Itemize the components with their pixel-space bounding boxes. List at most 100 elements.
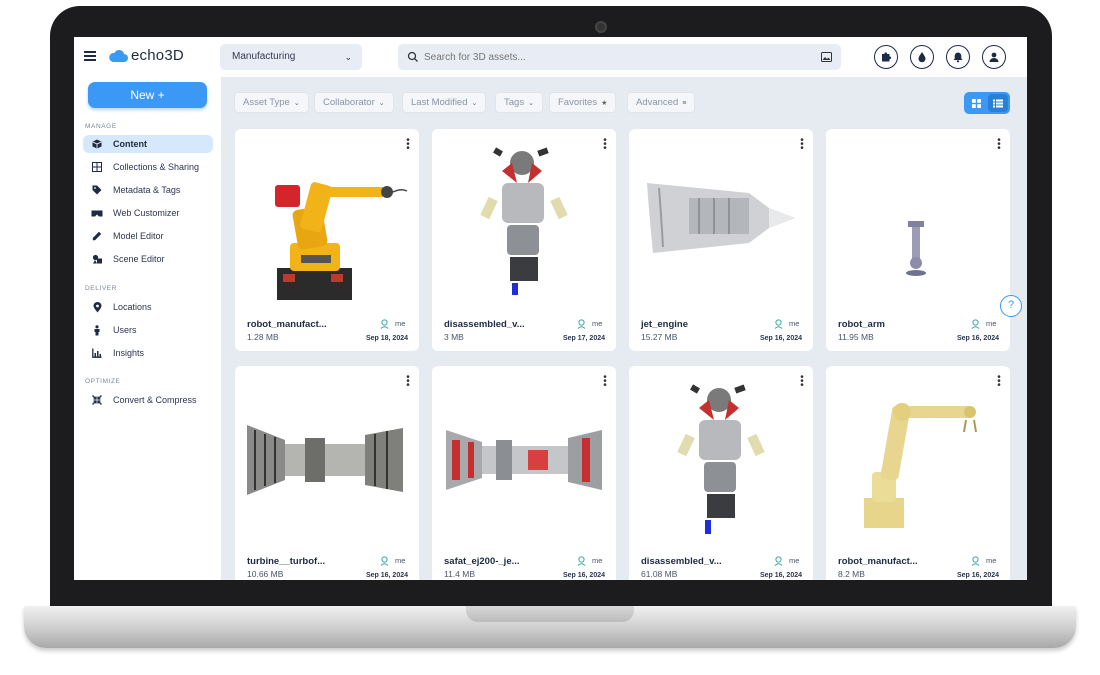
asset-owner: me	[592, 319, 603, 328]
asset-owner: me	[789, 556, 800, 565]
logo[interactable]: echo3D	[108, 47, 184, 64]
asset-owner: me	[395, 319, 406, 328]
asset-thumbnail-engine-exploded	[677, 384, 765, 534]
asset-thumbnail-turbofan	[247, 425, 403, 495]
owner-icon	[971, 556, 980, 566]
pencil-icon	[91, 230, 103, 242]
section-label-deliver: DELIVER	[85, 285, 118, 292]
filter-label: Collaborator	[323, 97, 375, 108]
hamburger-menu-icon[interactable]	[84, 51, 96, 61]
app-screen: echo3D Manufacturing ⌄ Search for 3D ass…	[74, 37, 1027, 580]
filter-advanced[interactable]: Advanced ≡	[627, 92, 696, 113]
owner-icon	[380, 319, 389, 329]
filter-last-modified[interactable]: Last Modified ⌄	[402, 92, 487, 113]
sidebar-item-locations[interactable]: Locations	[83, 298, 213, 316]
asset-thumbnail-cream-robot	[864, 403, 977, 528]
asset-date: Sep 18, 2024	[365, 335, 408, 342]
sidebar-item-label: Users	[113, 325, 137, 335]
asset-date: Sep 16, 2024	[759, 572, 802, 579]
asset-card[interactable]: • • • disassembled_v... 3 MB me Sep 17, 20…	[432, 129, 616, 351]
asset-size: 10.66 MB	[247, 569, 284, 579]
bell-icon[interactable]	[946, 45, 970, 69]
asset-name: jet_engine	[641, 319, 688, 330]
asset-thumbnail-engine-exploded	[480, 147, 568, 295]
owner-icon	[971, 319, 980, 329]
image-search-icon[interactable]	[821, 52, 832, 62]
asset-size: 11.4 MB	[444, 569, 476, 579]
list-view-icon[interactable]	[988, 94, 1008, 112]
filter-favorites[interactable]: Favorites ★	[549, 92, 617, 113]
laptop-notch	[466, 606, 634, 622]
filter-label: Advanced	[636, 97, 679, 108]
sidebar-item-metadata-tags[interactable]: Metadata & Tags	[83, 181, 213, 199]
sidebar-item-users[interactable]: Users	[83, 321, 213, 339]
asset-name: disassembled_v...	[641, 556, 722, 567]
chart-icon	[91, 347, 103, 359]
search-input[interactable]	[424, 48, 804, 66]
sidebar-item-scene-editor[interactable]: Scene Editor	[83, 250, 213, 268]
asset-thumbnail-jet-engine	[647, 183, 795, 253]
asset-date: Sep 16, 2024	[956, 572, 999, 579]
compress-icon	[91, 394, 103, 406]
sidebar: New + MANAGE Content Collections & Shari…	[74, 77, 221, 580]
sidebar-item-label: Insights	[113, 348, 145, 358]
asset-card[interactable]: • • • robot_manufact... 1.28 MB me Sep 18,…	[235, 129, 419, 351]
asset-size: 15.27 MB	[641, 332, 678, 342]
asset-owner: me	[395, 556, 406, 565]
sidebar-item-model-editor[interactable]: Model Editor	[83, 227, 213, 245]
sidebar-item-label: Collections & Sharing	[113, 162, 200, 172]
sidebar-item-content[interactable]: Content	[83, 135, 213, 153]
view-toggle	[964, 92, 1010, 114]
chevron-down-icon: ⌄	[471, 100, 478, 107]
filter-label: Last Modified	[411, 97, 468, 108]
search-bar[interactable]	[398, 44, 841, 70]
asset-date: Sep 16, 2024	[956, 335, 999, 342]
sidebar-item-label: Content	[113, 139, 147, 149]
chevron-down-icon: ⌄	[378, 100, 385, 107]
asset-date: Sep 16, 2024	[759, 335, 802, 342]
asset-owner: me	[986, 319, 997, 328]
drop-icon[interactable]	[910, 45, 934, 69]
puzzle-icon[interactable]	[874, 45, 898, 69]
person-icon	[91, 324, 103, 336]
asset-card[interactable]: • • • robot_manufact... 8.2 MB me Sep 16, …	[826, 366, 1010, 580]
sidebar-item-label: Convert & Compress	[113, 395, 197, 405]
sidebar-item-label: Locations	[113, 302, 152, 312]
asset-date: Sep 16, 2024	[365, 572, 408, 579]
new-button[interactable]: New +	[88, 82, 207, 108]
sidebar-item-web-customizer[interactable]: Web Customizer	[83, 204, 213, 222]
asset-name: robot_manufact...	[838, 556, 918, 567]
grid-view-icon[interactable]	[966, 94, 986, 112]
sidebar-item-insights[interactable]: Insights	[83, 344, 213, 362]
filter-tags[interactable]: Tags ⌄	[495, 92, 543, 113]
chevron-down-icon: ⌄	[293, 100, 300, 107]
asset-size: 3 MB	[444, 332, 464, 342]
filter-label: Favorites	[558, 97, 598, 108]
asset-thumbnail-small-arm	[906, 221, 926, 276]
asset-size: 11.95 MB	[838, 332, 874, 342]
asset-size: 8.2 MB	[838, 569, 865, 579]
help-button[interactable]: ?	[1000, 295, 1022, 317]
sidebar-item-label: Scene Editor	[113, 254, 165, 264]
sidebar-item-convert-compress[interactable]: Convert & Compress	[83, 391, 213, 409]
workspace-value: Manufacturing	[232, 51, 296, 62]
sidebar-item-collections-sharing[interactable]: Collections & Sharing	[83, 158, 213, 176]
asset-owner: me	[592, 556, 603, 565]
asset-card[interactable]: • • • turbine__turbof... 10.66 MB me Sep 1…	[235, 366, 419, 580]
tag-icon	[91, 184, 103, 196]
asset-thumbnail-turbofan-red	[446, 430, 602, 490]
filter-asset-type[interactable]: Asset Type ⌄	[234, 92, 309, 113]
user-icon[interactable]	[982, 45, 1006, 69]
asset-card[interactable]: • • • disassembled_v... 61.08 MB me Sep 16…	[629, 366, 813, 580]
asset-card[interactable]: • • • safat_ej200-_je... 11.4 MB me Sep 16…	[432, 366, 616, 580]
cloud-logo-icon	[109, 49, 128, 62]
filter-collaborator[interactable]: Collaborator ⌄	[314, 92, 394, 113]
asset-card[interactable]: • • • robot_arm 11.95 MB me Sep 16, 2024	[826, 129, 1010, 351]
camera-icon	[595, 21, 607, 33]
cube-icon	[91, 138, 103, 150]
grid-icon	[91, 161, 103, 173]
asset-card[interactable]: • • • jet_engine 15.27 MB me Sep 16, 2024	[629, 129, 813, 351]
asset-name: safat_ej200-_je...	[444, 556, 520, 567]
owner-icon	[774, 319, 783, 329]
workspace-select[interactable]: Manufacturing ⌄	[220, 44, 362, 70]
